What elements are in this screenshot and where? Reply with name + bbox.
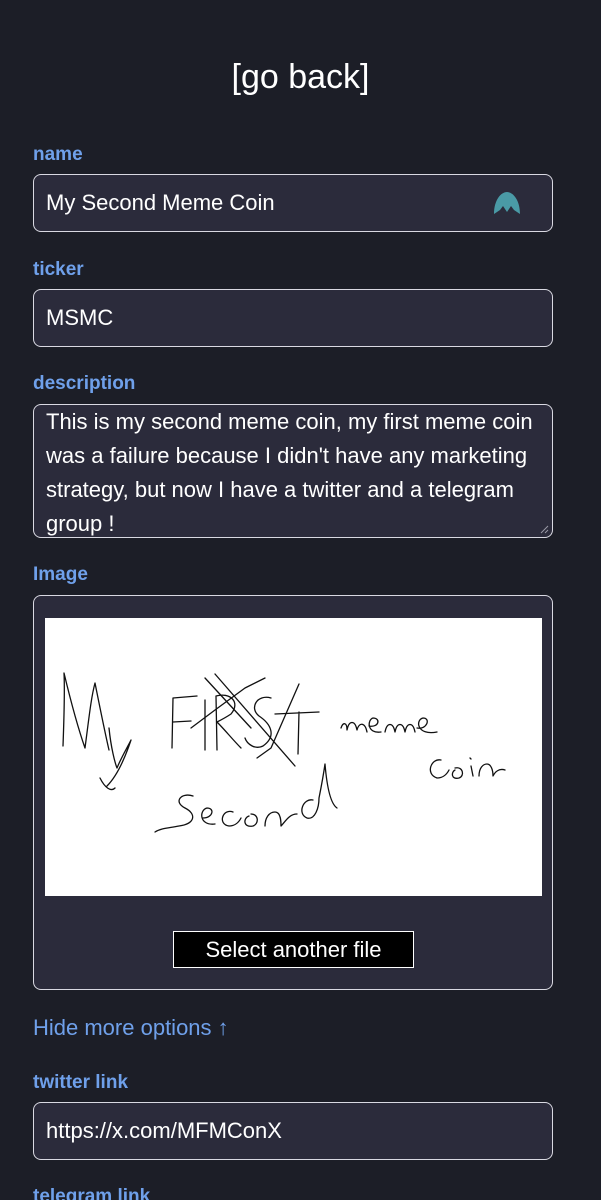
name-label: name xyxy=(33,144,83,165)
description-label: description xyxy=(33,373,136,394)
ticker-field-wrapper xyxy=(33,289,553,347)
resize-grip-icon[interactable] xyxy=(539,524,549,534)
telegram-label: telegram link xyxy=(33,1186,151,1200)
ticker-label: ticker xyxy=(33,259,84,280)
hide-more-options-link[interactable]: Hide more options ↑ xyxy=(33,1015,229,1041)
create-coin-form: [go back] name ticker description This i… xyxy=(0,0,601,1200)
twitter-field-wrapper xyxy=(33,1102,553,1160)
twitter-label: twitter link xyxy=(33,1072,129,1093)
description-textarea[interactable]: This is my second meme coin, my first me… xyxy=(34,405,552,537)
twitter-input[interactable] xyxy=(34,1103,552,1159)
name-input[interactable] xyxy=(34,175,552,231)
select-another-file-button[interactable]: Select another file xyxy=(173,931,414,968)
image-label: Image xyxy=(33,564,88,585)
image-upload-box: Select another file xyxy=(33,595,553,990)
go-back-link[interactable]: [go back] xyxy=(0,58,601,97)
ticker-input[interactable] xyxy=(34,290,552,346)
uploaded-image-preview xyxy=(45,618,542,896)
description-field-wrapper: This is my second meme coin, my first me… xyxy=(33,404,553,538)
handwritten-drawing xyxy=(62,672,506,833)
extension-logo-icon[interactable] xyxy=(492,190,522,218)
name-field-wrapper xyxy=(33,174,553,232)
